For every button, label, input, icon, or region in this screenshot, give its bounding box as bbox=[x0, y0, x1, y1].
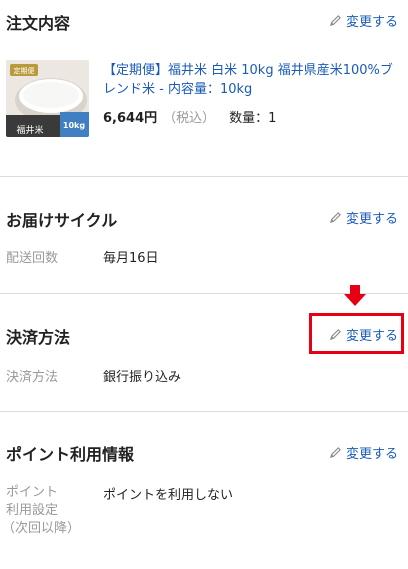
delivery-count-value: 毎月16日 bbox=[103, 251, 159, 266]
tax-note: （税込） bbox=[163, 111, 216, 126]
order-section-title: 注文内容 bbox=[6, 14, 71, 33]
delivery-count-label: 配送回数 bbox=[6, 251, 59, 266]
payment-method-value: 銀行振り込み bbox=[103, 370, 182, 385]
order-change-link[interactable]: 変更する bbox=[329, 11, 398, 30]
image-bag-text: 福井米 bbox=[16, 124, 43, 136]
points-setting-value: ポイントを利用しない bbox=[103, 488, 234, 503]
divider bbox=[0, 176, 408, 177]
pencil-icon bbox=[329, 15, 341, 27]
payment-section-title: 決済方法 bbox=[6, 328, 71, 347]
points-section-title: ポイント利用情報 bbox=[6, 445, 135, 464]
product-price: 6,644円 bbox=[103, 111, 158, 126]
product-image[interactable]: 定期便 福井米 10kg bbox=[6, 60, 89, 137]
product-quantity: 数量：1 bbox=[229, 111, 277, 126]
cycle-change-link[interactable]: 変更する bbox=[329, 208, 398, 227]
points-change-link[interactable]: 変更する bbox=[329, 443, 398, 462]
arrow-down-icon bbox=[344, 285, 366, 306]
cycle-change-label: 変更する bbox=[345, 212, 398, 227]
pencil-icon bbox=[329, 329, 341, 341]
cycle-section-title: お届けサイクル bbox=[6, 211, 118, 230]
divider bbox=[0, 411, 408, 412]
payment-change-link[interactable]: 変更する bbox=[329, 325, 398, 344]
image-weight-text: 10kg bbox=[63, 121, 85, 130]
payment-change-label: 変更する bbox=[345, 329, 398, 344]
product-name-link[interactable]: 【定期便】福井米 白米 10kg 福井県産米100%ブレンド米 - 内容量：10… bbox=[103, 61, 401, 99]
points-label-line2: 利用設定 bbox=[6, 503, 59, 518]
points-setting-label: ポイント 利用設定 （次回以降） bbox=[2, 484, 80, 538]
order-change-label: 変更する bbox=[345, 15, 398, 30]
points-label-line1: ポイント bbox=[6, 485, 59, 500]
payment-method-label: 決済方法 bbox=[6, 370, 59, 385]
pencil-icon bbox=[329, 447, 341, 459]
image-badge-text: 定期便 bbox=[14, 66, 35, 75]
points-label-line3: （次回以降） bbox=[2, 521, 81, 536]
points-change-label: 変更する bbox=[345, 447, 398, 462]
pencil-icon bbox=[329, 212, 341, 224]
price-line: 6,644円 （税込） 数量：1 bbox=[103, 107, 276, 126]
